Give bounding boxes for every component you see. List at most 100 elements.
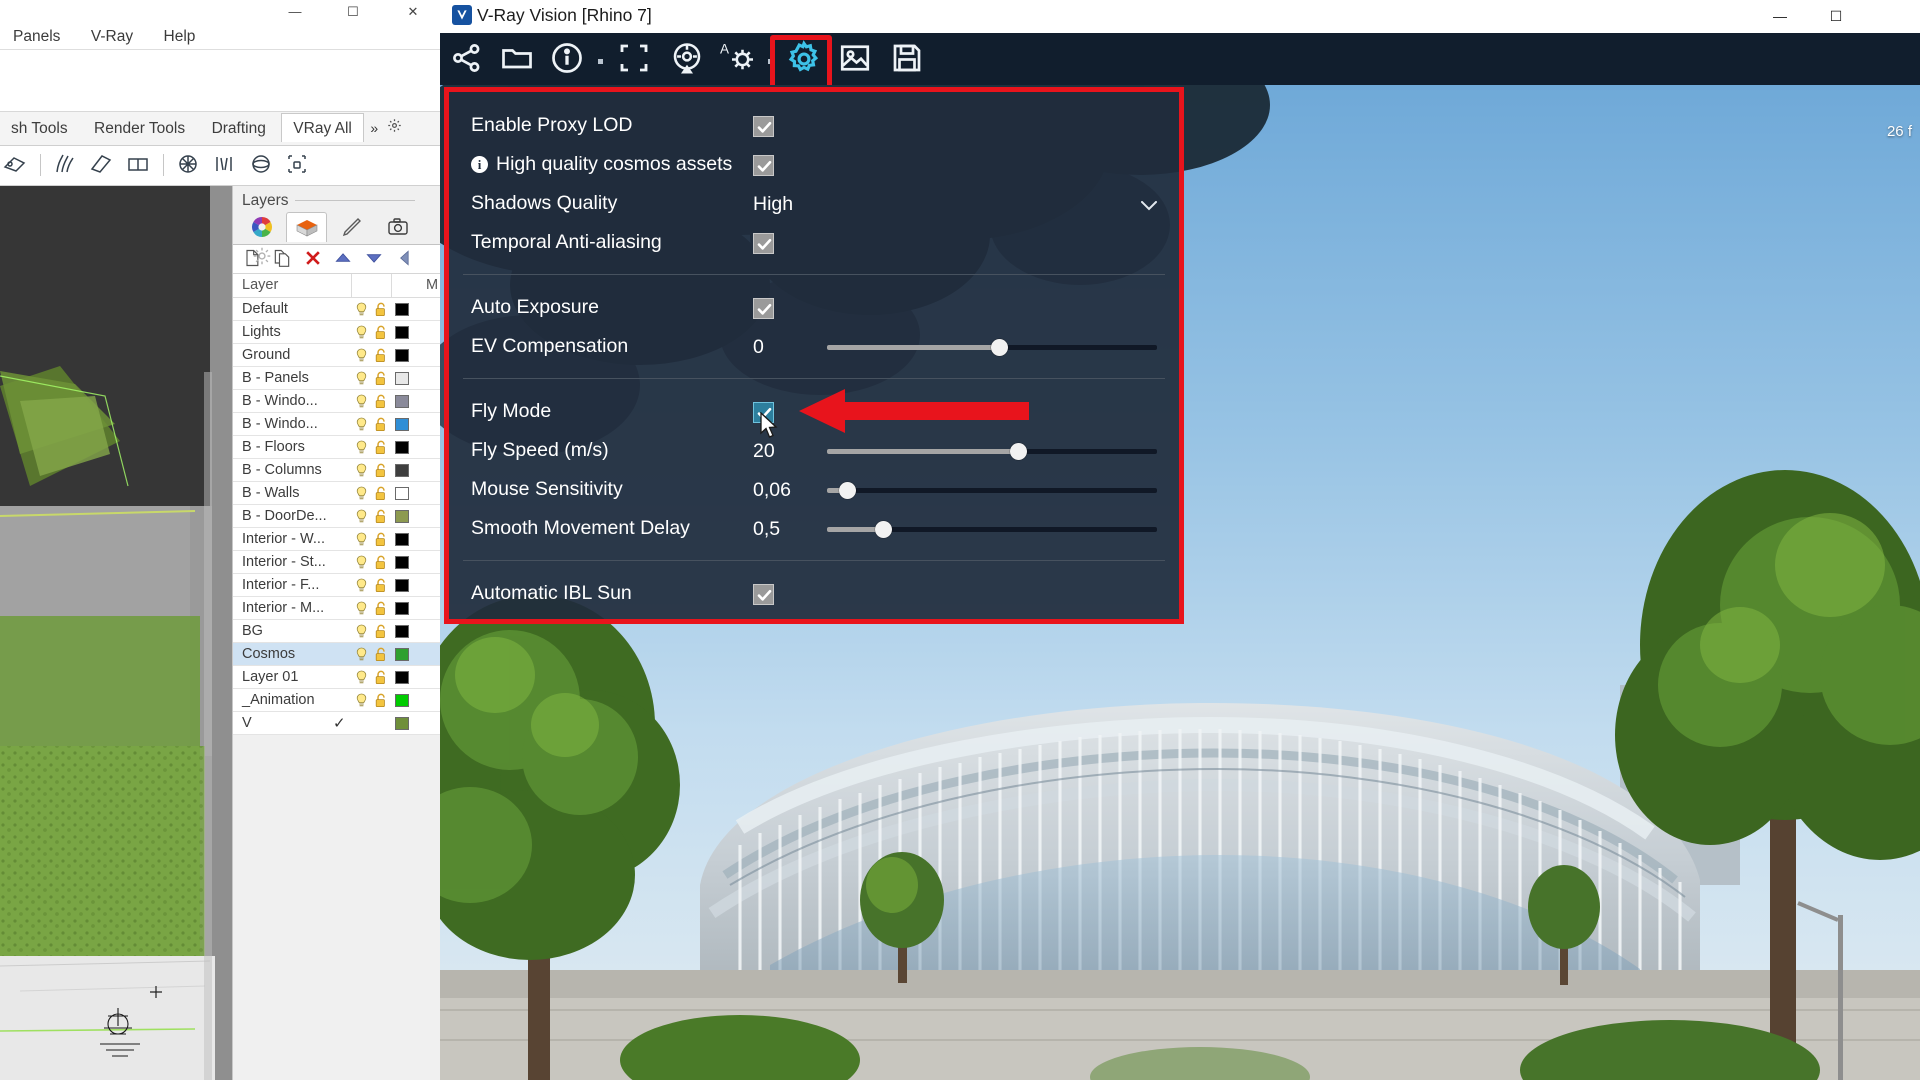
layer-color-swatch[interactable] bbox=[395, 579, 409, 592]
layer-visibility-bulb-icon[interactable] bbox=[355, 647, 368, 662]
layer-lock-icon[interactable] bbox=[374, 371, 388, 386]
layer-color-swatch[interactable] bbox=[395, 418, 409, 431]
layer-visibility-bulb-icon[interactable] bbox=[355, 693, 368, 708]
rhino-maximize-button[interactable]: ☐ bbox=[330, 0, 376, 24]
layer-row[interactable]: B - Panels bbox=[233, 367, 440, 390]
info-icon[interactable] bbox=[548, 40, 588, 78]
layer-lock-icon[interactable] bbox=[374, 670, 388, 685]
layer-lock-icon[interactable] bbox=[374, 578, 388, 593]
setting-slider[interactable] bbox=[827, 482, 1157, 499]
layer-color-swatch[interactable] bbox=[395, 671, 409, 684]
layer-color-swatch[interactable] bbox=[395, 510, 409, 523]
layer-row[interactable]: B - Columns bbox=[233, 459, 440, 482]
vray-sphere-icon[interactable] bbox=[248, 151, 276, 179]
setting-slider[interactable] bbox=[827, 443, 1157, 460]
back-icon[interactable] bbox=[391, 245, 417, 271]
layer-color-swatch[interactable] bbox=[395, 303, 409, 316]
tab-pen[interactable] bbox=[332, 212, 373, 242]
setting-checkbox[interactable] bbox=[753, 233, 774, 254]
layer-visibility-bulb-icon[interactable] bbox=[355, 463, 368, 478]
layer-row[interactable]: Cosmos bbox=[233, 643, 440, 666]
setting-slider[interactable] bbox=[827, 521, 1157, 538]
layer-row[interactable]: B - Walls bbox=[233, 482, 440, 505]
layer-row[interactable]: B - DoorDe... bbox=[233, 505, 440, 528]
layer-row[interactable]: B - Windo... bbox=[233, 390, 440, 413]
layer-visibility-bulb-icon[interactable] bbox=[355, 509, 368, 524]
layer-color-swatch[interactable] bbox=[395, 326, 409, 339]
layer-row[interactable]: Interior - W... bbox=[233, 528, 440, 551]
layer-lock-icon[interactable] bbox=[374, 601, 388, 616]
layer-color-swatch[interactable] bbox=[395, 694, 409, 707]
toolbar-tab-render-tools[interactable]: Render Tools bbox=[83, 114, 196, 142]
vray-plane-icon[interactable] bbox=[125, 151, 153, 179]
vision-maximize-button[interactable]: ☐ bbox=[1808, 0, 1864, 33]
layer-color-swatch[interactable] bbox=[395, 717, 409, 730]
layer-color-swatch[interactable] bbox=[395, 441, 409, 454]
layer-lock-icon[interactable] bbox=[374, 693, 388, 708]
toolbar-tab-vray-all[interactable]: VRay All bbox=[281, 113, 364, 142]
layer-color-swatch[interactable] bbox=[395, 487, 409, 500]
layer-lock-icon[interactable] bbox=[374, 325, 388, 340]
menu-item-panels[interactable]: Panels bbox=[0, 24, 73, 50]
layer-visibility-bulb-icon[interactable] bbox=[355, 578, 368, 593]
layer-visibility-bulb-icon[interactable] bbox=[355, 532, 368, 547]
layer-row[interactable]: Interior - F... bbox=[233, 574, 440, 597]
layer-color-swatch[interactable] bbox=[395, 556, 409, 569]
open-folder-icon[interactable] bbox=[498, 40, 538, 78]
toolbar-tab-drafting[interactable]: Drafting bbox=[201, 114, 277, 142]
layer-visibility-bulb-icon[interactable] bbox=[355, 486, 368, 501]
layer-visibility-bulb-icon[interactable] bbox=[355, 325, 368, 340]
move-down-icon[interactable] bbox=[361, 245, 387, 271]
setting-checkbox[interactable] bbox=[753, 298, 774, 319]
auto-exposure-icon[interactable]: A bbox=[718, 40, 758, 78]
slider-thumb[interactable] bbox=[875, 521, 893, 538]
rhino-close-button[interactable]: ✕ bbox=[390, 0, 436, 24]
layer-row[interactable]: Default bbox=[233, 298, 440, 321]
layer-lock-icon[interactable] bbox=[374, 302, 388, 317]
share-icon[interactable] bbox=[448, 40, 488, 78]
layer-row[interactable]: B - Floors bbox=[233, 436, 440, 459]
layer-lock-icon[interactable] bbox=[374, 394, 388, 409]
vray-render-icon[interactable] bbox=[2, 151, 30, 179]
layer-visibility-bulb-icon[interactable] bbox=[355, 624, 368, 639]
menu-item-vray[interactable]: V-Ray bbox=[78, 24, 146, 50]
layer-row[interactable]: BG bbox=[233, 620, 440, 643]
tab-camera[interactable] bbox=[377, 212, 418, 242]
layer-visibility-bulb-icon[interactable] bbox=[355, 348, 368, 363]
delete-layer-icon[interactable] bbox=[300, 245, 326, 271]
layer-lock-icon[interactable] bbox=[374, 486, 388, 501]
layer-visibility-bulb-icon[interactable] bbox=[355, 394, 368, 409]
layer-row[interactable]: Interior - St... bbox=[233, 551, 440, 574]
layer-lock-icon[interactable] bbox=[374, 647, 388, 662]
setting-checkbox[interactable] bbox=[753, 116, 774, 137]
layer-color-swatch[interactable] bbox=[395, 464, 409, 477]
layer-row[interactable]: Layer 01 bbox=[233, 666, 440, 689]
layer-color-swatch[interactable] bbox=[395, 625, 409, 638]
toolbar-tab-mesh-tools[interactable]: sh Tools bbox=[0, 114, 79, 142]
save-icon[interactable] bbox=[888, 40, 928, 78]
layer-row[interactable]: Interior - M... bbox=[233, 597, 440, 620]
layer-row[interactable]: B - Windo... bbox=[233, 413, 440, 436]
move-up-icon[interactable] bbox=[330, 245, 356, 271]
layer-row[interactable]: V ✓ bbox=[233, 712, 440, 735]
slider-thumb[interactable] bbox=[1010, 443, 1028, 460]
layer-visibility-bulb-icon[interactable] bbox=[355, 601, 368, 616]
layer-lock-icon[interactable] bbox=[374, 555, 388, 570]
vray-clipper-icon[interactable] bbox=[88, 151, 116, 179]
setting-slider[interactable] bbox=[827, 339, 1157, 356]
layer-lock-icon[interactable] bbox=[374, 532, 388, 547]
layer-row[interactable]: Ground bbox=[233, 344, 440, 367]
rhino-viewport[interactable] bbox=[0, 186, 232, 1080]
layer-row[interactable]: Lights bbox=[233, 321, 440, 344]
layer-visibility-bulb-icon[interactable] bbox=[355, 670, 368, 685]
layer-visibility-bulb-icon[interactable] bbox=[355, 555, 368, 570]
layer-color-swatch[interactable] bbox=[395, 602, 409, 615]
navigation-icon[interactable] bbox=[668, 40, 708, 78]
layer-color-swatch[interactable] bbox=[395, 533, 409, 546]
tab-color-wheel[interactable] bbox=[241, 212, 282, 242]
menu-item-help[interactable]: Help bbox=[151, 24, 209, 50]
setting-dropdown-value[interactable]: High bbox=[753, 193, 793, 216]
layer-visibility-bulb-icon[interactable] bbox=[355, 440, 368, 455]
vray-fur-icon[interactable] bbox=[52, 151, 80, 179]
tab-layers[interactable] bbox=[286, 212, 328, 242]
